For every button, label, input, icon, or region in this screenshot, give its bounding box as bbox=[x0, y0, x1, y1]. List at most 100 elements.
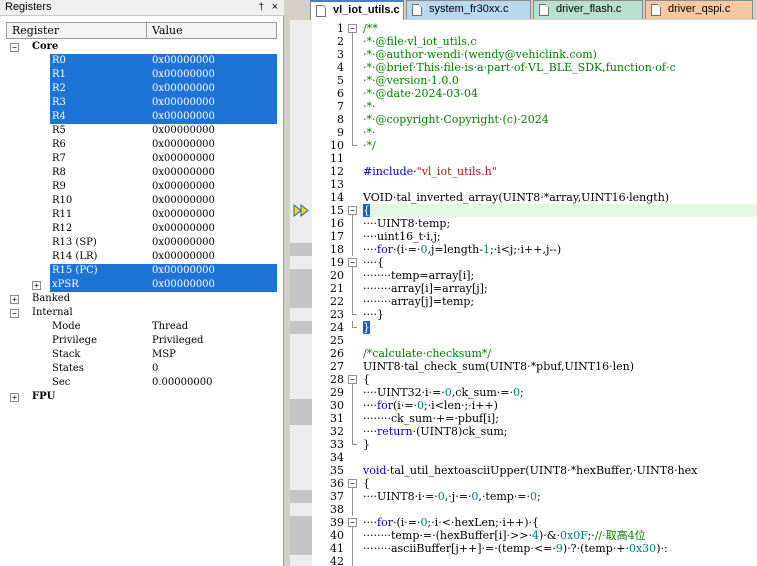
expand-icon[interactable]: + bbox=[32, 281, 41, 290]
register-row[interactable]: R9 0x00000000 bbox=[6, 180, 277, 194]
register-value[interactable]: 0x00000000 bbox=[152, 250, 215, 264]
register-value[interactable]: 0x00000000 bbox=[152, 124, 215, 138]
code-line[interactable]: 6 ·*·@date·2024-03-04 bbox=[290, 87, 757, 100]
breakpoint-slot[interactable] bbox=[290, 451, 312, 464]
breakpoint-slot[interactable] bbox=[290, 503, 312, 516]
code-line[interactable]: 18 ····for·(i·=·0,j=length-1;·i<j;·i++,j-… bbox=[290, 243, 757, 256]
executable-line-marker[interactable] bbox=[290, 295, 312, 308]
breakpoint-slot[interactable] bbox=[290, 217, 312, 230]
register-row[interactable]: R2 0x00000000 bbox=[6, 82, 277, 96]
code-line[interactable]: 4 ·*·@brief·This·file·is·a·part·of·VL_BLE… bbox=[290, 61, 757, 74]
register-row[interactable]: − Core bbox=[6, 40, 277, 54]
register-value[interactable]: 0x00000000 bbox=[152, 54, 215, 68]
code-line[interactable]: 15−{ bbox=[290, 204, 757, 217]
code-line[interactable]: 35 void·tal_util_hextoasciiUpper(UINT8·*h… bbox=[290, 464, 757, 477]
register-value[interactable]: 0x00000000 bbox=[152, 208, 215, 222]
tab-driver-flash-c[interactable]: driver_flash.c bbox=[533, 0, 643, 19]
column-register[interactable]: Register bbox=[7, 23, 147, 38]
breakpoint-slot[interactable] bbox=[290, 477, 312, 490]
breakpoint-slot[interactable] bbox=[290, 139, 312, 152]
register-value[interactable]: 0x00000000 bbox=[152, 110, 215, 124]
breakpoint-slot[interactable] bbox=[290, 87, 312, 100]
code-line[interactable]: 24} bbox=[290, 321, 757, 334]
breakpoint-slot[interactable] bbox=[290, 373, 312, 386]
executable-line-marker[interactable] bbox=[290, 529, 312, 542]
register-value[interactable]: Privileged bbox=[152, 334, 203, 348]
breakpoint-slot[interactable] bbox=[290, 100, 312, 113]
register-value[interactable]: 0x00000000 bbox=[152, 96, 215, 110]
register-row[interactable]: R12 0x00000000 bbox=[6, 222, 277, 236]
register-row[interactable]: Stack MSP bbox=[6, 348, 277, 362]
register-value[interactable]: Thread bbox=[152, 320, 188, 334]
breakpoint-slot[interactable] bbox=[290, 61, 312, 74]
executable-line-marker[interactable] bbox=[290, 412, 312, 425]
code-line[interactable]: 33} bbox=[290, 438, 757, 451]
register-row[interactable]: R10 0x00000000 bbox=[6, 194, 277, 208]
register-row[interactable]: R3 0x00000000 bbox=[6, 96, 277, 110]
executable-line-marker[interactable] bbox=[290, 516, 312, 529]
register-value[interactable]: 0.00000000 bbox=[152, 376, 212, 390]
code-line[interactable]: 25 bbox=[290, 334, 757, 347]
register-value[interactable]: MSP bbox=[152, 348, 176, 362]
register-row[interactable]: R1 0x00000000 bbox=[6, 68, 277, 82]
register-row[interactable]: + xPSR 0x00000000 bbox=[6, 278, 277, 292]
column-value[interactable]: Value bbox=[152, 23, 183, 38]
code-line[interactable]: 13 bbox=[290, 178, 757, 191]
breakpoint-slot[interactable] bbox=[290, 555, 312, 566]
register-value[interactable]: 0x00000000 bbox=[152, 278, 215, 292]
code-line[interactable]: 7 ·*· bbox=[290, 100, 757, 113]
expand-icon[interactable]: + bbox=[10, 393, 19, 402]
breakpoint-slot[interactable] bbox=[290, 464, 312, 477]
breakpoint-slot[interactable] bbox=[290, 438, 312, 451]
breakpoint-slot[interactable] bbox=[290, 308, 312, 321]
register-value[interactable]: 0x00000000 bbox=[152, 68, 215, 82]
executable-line-marker[interactable] bbox=[290, 321, 312, 334]
breakpoint-slot[interactable] bbox=[290, 347, 312, 360]
breakpoint-slot[interactable] bbox=[290, 425, 312, 438]
code-line[interactable]: 37 ····UINT8·i·=·0,·j·=·0,·temp·=·0; bbox=[290, 490, 757, 503]
register-value[interactable]: 0 bbox=[152, 362, 158, 376]
code-line[interactable]: 32 ····return·(UINT8)ck_sum; bbox=[290, 425, 757, 438]
fold-toggle-icon[interactable]: − bbox=[348, 477, 357, 490]
register-row[interactable]: − Internal bbox=[6, 306, 277, 320]
executable-line-marker[interactable] bbox=[290, 269, 312, 282]
register-row[interactable]: R14 (LR) 0x00000000 bbox=[6, 250, 277, 264]
register-value[interactable]: 0x00000000 bbox=[152, 222, 215, 236]
breakpoint-slot[interactable] bbox=[290, 35, 312, 48]
code-line[interactable]: 10 ·*/ bbox=[290, 139, 757, 152]
code-line[interactable]: 5 ·*·@version·1.0.0 bbox=[290, 74, 757, 87]
fold-toggle-icon[interactable]: − bbox=[348, 22, 357, 35]
code-line[interactable]: 14 VOID·tal_inverted_array(UINT8·*array,U… bbox=[290, 191, 757, 204]
breakpoint-slot[interactable] bbox=[290, 360, 312, 373]
executable-line-marker[interactable] bbox=[290, 490, 312, 503]
collapse-icon[interactable]: − bbox=[10, 43, 19, 52]
tab-driver-qspi-c[interactable]: driver_qspi.c bbox=[645, 0, 753, 19]
breakpoint-slot[interactable] bbox=[290, 152, 312, 165]
code-line[interactable]: 8 ·*·@copyright·Copyright·(c)·2024 bbox=[290, 113, 757, 126]
executable-line-marker[interactable] bbox=[290, 243, 312, 256]
code-line[interactable]: 41 ········asciiBuffer[j++]·=·(temp·<=·9)… bbox=[290, 542, 757, 555]
code-line[interactable]: 1−/** bbox=[290, 22, 757, 35]
register-row[interactable]: R13 (SP) 0x00000000 bbox=[6, 236, 277, 250]
code-line[interactable]: 12 #include·"vl_iot_utils.h" bbox=[290, 165, 757, 178]
code-editor[interactable]: 1−/** 2 ·*·@file·vl_iot_utils.c 3 ·*·@author… bbox=[290, 20, 757, 566]
breakpoint-slot[interactable] bbox=[290, 386, 312, 399]
tab-vl-iot-utils-c[interactable]: vl_iot_utils.c bbox=[310, 0, 404, 20]
breakpoint-slot[interactable] bbox=[290, 256, 312, 269]
fold-toggle-icon[interactable]: − bbox=[348, 373, 357, 386]
code-line[interactable]: 27 UINT8·tal_check_sum(UINT8·*pbuf,UINT16… bbox=[290, 360, 757, 373]
breakpoint-slot[interactable] bbox=[290, 48, 312, 61]
code-line[interactable]: 31 ········ck_sum·+=·pbuf[i]; bbox=[290, 412, 757, 425]
breakpoint-slot[interactable] bbox=[290, 22, 312, 35]
register-row[interactable]: Sec 0.00000000 bbox=[6, 376, 277, 390]
register-value[interactable]: 0x00000000 bbox=[152, 236, 215, 250]
register-value[interactable]: 0x00000000 bbox=[152, 166, 215, 180]
register-row[interactable]: R8 0x00000000 bbox=[6, 166, 277, 180]
register-row[interactable]: States 0 bbox=[6, 362, 277, 376]
register-row[interactable]: R6 0x00000000 bbox=[6, 138, 277, 152]
register-row[interactable]: Privilege Privileged bbox=[6, 334, 277, 348]
executable-line-marker[interactable] bbox=[290, 282, 312, 295]
code-line[interactable]: 36−{ bbox=[290, 477, 757, 490]
fold-toggle-icon[interactable]: − bbox=[348, 256, 357, 269]
pin-icon[interactable]: † bbox=[258, 0, 264, 15]
